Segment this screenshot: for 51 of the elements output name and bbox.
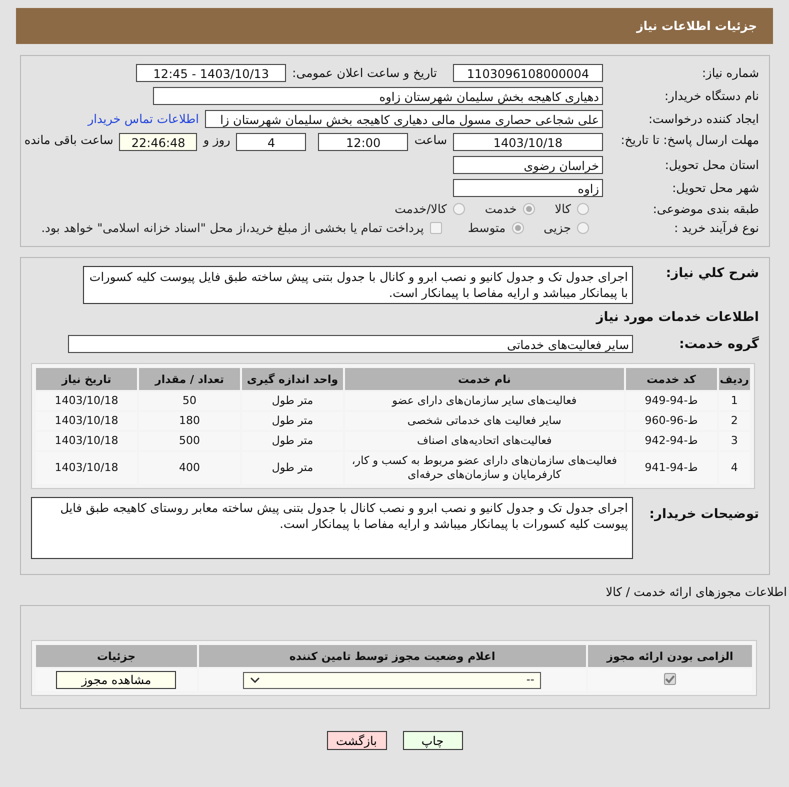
status-dropdown[interactable]: --: [243, 672, 542, 688]
field-label: طبقه بندی موضوعی:: [652, 202, 759, 216]
column-header: الزامی بودن ارائه مجوز: [588, 645, 752, 667]
column-header: واحد اندازه گیری: [242, 368, 343, 390]
field-label: گروه خدمت:: [678, 336, 759, 352]
page-title: جزئیات اطلاعات نیاز: [636, 19, 757, 33]
need-number-field: 1103096108000004: [453, 64, 603, 82]
view-license-button[interactable]: مشاهده مجوز: [56, 671, 176, 689]
column-header: ردیف: [718, 368, 750, 390]
column-header: اعلام وضعیت مجوز توسط تامین کننده: [198, 645, 586, 667]
announce-date-field: 1403/10/13 - 12:45: [136, 64, 286, 82]
province-field: خراسان رضوی: [453, 156, 603, 174]
remaining-time-field: 22:46:48: [119, 133, 198, 151]
field-label: مهلت ارسال پاسخ: تا تاریخ:: [620, 133, 759, 147]
print-button[interactable]: چاپ: [402, 731, 462, 750]
section-heading: اطلاعات خدمات مورد نیاز: [594, 310, 759, 325]
back-button[interactable]: بازگشت: [326, 731, 386, 750]
radio-label: جزیی: [544, 221, 571, 235]
days-field: 4: [236, 133, 306, 151]
field-label: نام دستگاه خریدار:: [664, 89, 759, 103]
summary-text-area: اجرای جدول تک و جدول کانیو و نصب ابرو و کانال با جدول بتنی پیش ساخته طبق فایل پیوست کلیه کسورات با پیمانکار میباشد و ارایه مفاصا با پیمانکار است.: [83, 266, 633, 304]
city-field: زاوه: [453, 179, 603, 197]
time-label: ساعت: [414, 133, 447, 147]
column-header: نام خدمت: [345, 368, 624, 390]
column-header: تعداد / مقدار: [139, 368, 240, 390]
deadline-date-field: 1403/10/18: [453, 133, 603, 151]
buyer-org-field: دهیاری کاهیجه بخش سلیمان شهرستان زاوه: [153, 87, 603, 105]
creator-field: علی شجاعی حصاری مسول مالی دهیاری کاهیجه بخش سلیمان شهرستان زا: [205, 110, 603, 128]
deadline-time-field: 12:00: [318, 133, 408, 151]
days-label: روز و: [203, 133, 230, 147]
section-title: اطلاعات مجوزهای ارائه خدمت / کالا: [604, 585, 787, 599]
radio-label: متوسط: [468, 221, 506, 235]
field-label: شماره نیاز:: [701, 66, 759, 80]
contact-link[interactable]: اطلاعات تماس خریدار: [88, 112, 199, 126]
column-header: کد خدمت: [626, 368, 717, 390]
radio-label: کالا/خدمت: [394, 202, 447, 216]
field-label: استان محل تحویل:: [664, 158, 759, 172]
field-label: تاریخ و ساعت اعلان عمومی:: [292, 66, 437, 80]
field-label: ایجاد کننده درخواست:: [647, 112, 759, 126]
column-header: تاریخ نیاز: [36, 368, 137, 390]
remaining-label: ساعت باقی مانده: [24, 133, 114, 147]
field-label: شرح کلي نياز:: [664, 266, 759, 281]
column-header: جزئیات: [36, 645, 197, 667]
payment-note: پرداخت تمام یا بخشی از مبلغ خرید،از محل "اسناد خزانه اسلامی" خواهد بود.: [41, 221, 424, 235]
radio-label: خدمت: [484, 202, 517, 216]
field-label: شهر محل تحویل:: [671, 181, 759, 195]
buyer-notes-area: اجرای جدول تک و جدول کانیو و نصب ابرو و نصب کانال با جدول بتنی پیش ساخته معابر روستای کاهیجه طبق فایل پیوست کلیه کسورات با پیمانکار میباشد و ارایه مفاصا با پیمانکار است.: [31, 497, 633, 559]
field-label: نوع فرآیند خرید :: [673, 221, 759, 235]
field-label: توضیحات خریدار:: [648, 507, 759, 522]
radio-label: کالا: [554, 202, 571, 216]
service-group-field: سایر فعالیت‌های خدماتی: [68, 335, 633, 353]
